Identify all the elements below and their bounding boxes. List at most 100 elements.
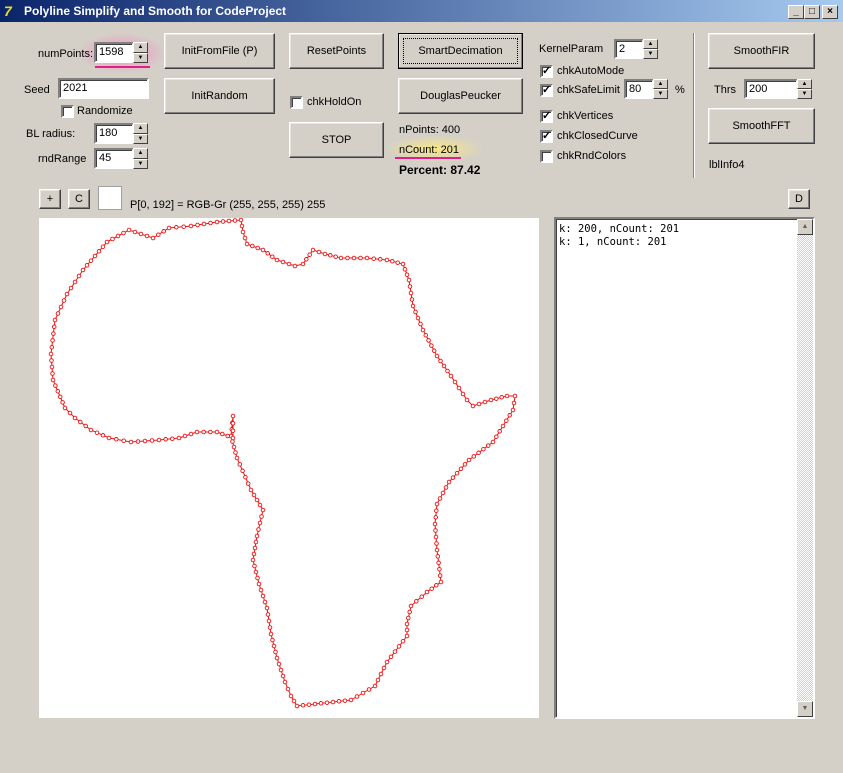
smooth-fir-button[interactable]: SmoothFIR (708, 33, 815, 69)
polyline-vertex (381, 665, 387, 671)
polyline-vertex (364, 255, 370, 261)
polyline-vertex (201, 429, 206, 435)
rnd-range-label: rndRange (38, 153, 87, 165)
randomize-checkbox[interactable] (61, 105, 74, 118)
rnd-colors-checkbox[interactable] (540, 150, 553, 163)
close-button[interactable]: × (822, 5, 838, 19)
polyline-vertex (252, 563, 257, 569)
num-points-spinner[interactable]: ▲ ▼ (133, 42, 148, 63)
polyline-vertex (292, 263, 298, 269)
auto-mode-checkbox[interactable]: ✓ (540, 65, 553, 78)
polyline-vertex (497, 429, 502, 434)
polyline-vertex (490, 439, 496, 445)
memo-scrollbar[interactable]: ▲ ▼ (797, 219, 813, 717)
closed-curve-checkbox[interactable]: ✓ (540, 130, 553, 143)
polyline-vertex (244, 241, 250, 247)
percent-label: Percent: 87.42 (399, 163, 481, 177)
smooth-fft-button[interactable]: SmoothFFT (708, 108, 815, 144)
spin-up-icon[interactable]: ▲ (643, 39, 658, 49)
spin-down-icon[interactable]: ▼ (797, 89, 812, 99)
log-text: k: 200, nCount: 201 k: 1, nCount: 201 (559, 223, 680, 248)
polyline-vertex (188, 223, 194, 229)
polyline-vertex (62, 405, 68, 411)
polyline-vertex (267, 625, 273, 630)
kernel-param-input[interactable]: 2 (614, 39, 644, 59)
polyline-vertex (49, 344, 55, 350)
num-points-input[interactable]: 1598 (94, 42, 134, 63)
spin-down-icon[interactable]: ▼ (133, 133, 148, 144)
polyline-vertex (232, 218, 238, 223)
thrs-input[interactable]: 200 (744, 79, 798, 99)
safe-limit-input[interactable]: 80 (624, 79, 654, 99)
polyline-vertex (434, 353, 440, 359)
polyline-vertex (92, 253, 98, 259)
polyline-vertex (437, 496, 443, 501)
minimize-button[interactable]: _ (788, 5, 804, 19)
polyline-vertex (230, 439, 235, 444)
spin-down-icon[interactable]: ▼ (133, 158, 148, 169)
polyline-vertex (248, 487, 254, 493)
polyline-vertex (285, 686, 291, 692)
polyline-vertex (100, 433, 106, 438)
d-button[interactable]: D (788, 189, 810, 209)
scroll-up-icon[interactable]: ▲ (797, 219, 813, 235)
clear-button[interactable]: C (68, 189, 90, 209)
polyline-vertex (410, 303, 416, 309)
polyline-vertex (58, 304, 64, 310)
polyline-vertex (176, 435, 182, 441)
smart-decimation-button[interactable]: SmartDecimation (398, 33, 523, 69)
spin-down-icon[interactable]: ▼ (653, 89, 668, 99)
polyline-vertex (126, 227, 132, 233)
polyline-canvas[interactable] (39, 217, 539, 718)
scroll-down-icon[interactable]: ▼ (797, 701, 813, 717)
spin-up-icon[interactable]: ▲ (133, 123, 148, 134)
polyline-vertex (358, 255, 363, 261)
n-points-label: nPoints: 400 (399, 124, 461, 136)
bl-radius-input[interactable]: 180 (94, 123, 134, 144)
thrs-spinner[interactable]: ▲ ▼ (797, 79, 812, 99)
maximize-button[interactable]: □ (804, 5, 820, 19)
polyline-vertex (174, 225, 179, 230)
init-random-button[interactable]: InitRandom (164, 78, 275, 114)
safe-limit-checkbox[interactable]: ✓ (540, 84, 553, 97)
kernel-param-spinner[interactable]: ▲ ▼ (643, 39, 658, 59)
polyline-vertex (257, 502, 263, 508)
polyline-vertex (433, 528, 438, 533)
safe-limit-spinner[interactable]: ▲ ▼ (653, 79, 668, 99)
spin-up-icon[interactable]: ▲ (133, 42, 148, 53)
spin-down-icon[interactable]: ▼ (133, 52, 148, 63)
polyline-vertex (55, 388, 61, 394)
color-swatch[interactable] (98, 186, 122, 210)
seed-input[interactable]: 2021 (58, 78, 149, 99)
polyline-vertex (434, 541, 439, 546)
polyline-vertex (52, 317, 58, 323)
polyline-vertex (237, 462, 243, 467)
plus-button[interactable]: + (39, 189, 61, 209)
percent-sign: % (675, 84, 685, 96)
polyline-vertex (265, 251, 270, 256)
reset-points-button[interactable]: ResetPoints (289, 33, 384, 69)
spin-up-icon[interactable]: ▲ (133, 148, 148, 159)
title-bar[interactable]: 7 Polyline Simplify and Smooth for CodeP… (0, 0, 843, 22)
polyline-vertex (388, 654, 394, 660)
douglas-peucker-button[interactable]: DouglasPeucker (398, 78, 523, 114)
pixel-info-label: P[0, 192] = RGB-Gr (255, 255, 255) 255 (130, 199, 326, 211)
init-from-file-button[interactable]: InitFromFile (P) (164, 33, 275, 69)
hold-on-checkbox[interactable] (290, 96, 303, 109)
log-memo[interactable]: k: 200, nCount: 201 k: 1, nCount: 201 ▲ … (554, 217, 815, 719)
polyline-vertex (76, 273, 82, 279)
bl-radius-spinner[interactable]: ▲ ▼ (133, 123, 148, 144)
spin-down-icon[interactable]: ▼ (643, 49, 658, 59)
spin-up-icon[interactable]: ▲ (653, 79, 668, 89)
polyline-vertex (68, 285, 74, 291)
stop-button[interactable]: STOP (289, 122, 384, 158)
polyline-vertex (282, 679, 288, 685)
vertices-checkbox[interactable]: ✓ (540, 110, 553, 123)
polyline-vertex (64, 291, 70, 297)
polyline-vertex (264, 605, 270, 611)
polyline-vertex (316, 249, 322, 255)
spin-up-icon[interactable]: ▲ (797, 79, 812, 89)
rnd-range-input[interactable]: 45 (94, 148, 134, 169)
rnd-range-spinner[interactable]: ▲ ▼ (133, 148, 148, 169)
polyline-vertex (511, 400, 517, 406)
